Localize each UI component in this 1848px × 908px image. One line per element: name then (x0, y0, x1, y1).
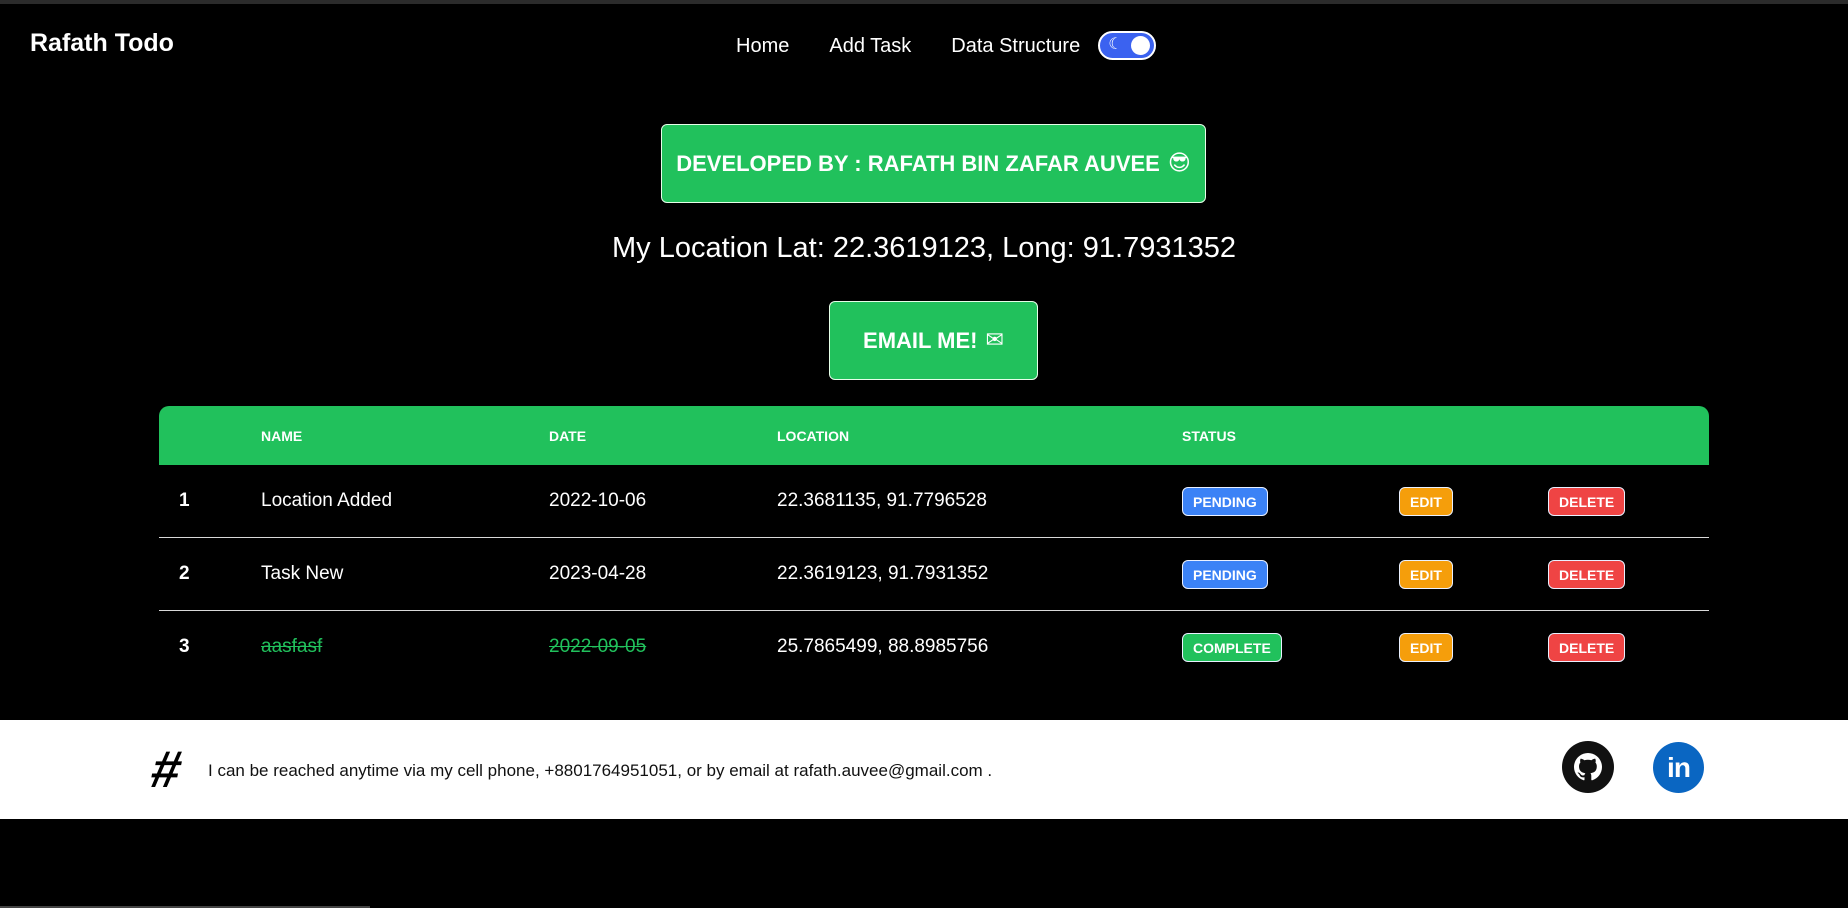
edit-button[interactable]: EDIT (1399, 487, 1453, 516)
task-name: aasfasf (261, 636, 323, 657)
task-date: 2022-10-06 (549, 490, 647, 511)
navbar: Rafath Todo Home Add Task Data Structure… (0, 4, 1848, 84)
task-table: NAME DATE LOCATION STATUS 1 Location Add… (159, 406, 1709, 684)
github-icon-svg (1574, 753, 1602, 781)
task-date: 2023-04-28 (549, 563, 647, 584)
task-name: Location Added (261, 490, 393, 511)
task-name: Task New (261, 563, 344, 584)
delete-button[interactable]: DELETE (1548, 560, 1626, 589)
location-text: My Location Lat: 22.3619123, Long: 91.79… (611, 232, 1236, 264)
row-number: 2 (179, 563, 190, 584)
status-badge[interactable]: PENDING (1182, 487, 1268, 516)
email-label: EMAIL ME! (863, 327, 978, 353)
toggle-knob (1131, 36, 1151, 55)
row-number: 1 (179, 490, 190, 511)
brand-logo[interactable]: Rafath Todo (30, 29, 174, 58)
linkedin-icon[interactable]: in (1653, 742, 1704, 793)
developer-button[interactable]: DEVELOPED BY : RAFATH BIN ZAFAR AUVEE 😎 (661, 124, 1206, 203)
status-badge[interactable]: PENDING (1182, 560, 1268, 589)
table-row: 2 Task New 2023-04-28 22.3619123, 91.793… (159, 538, 1709, 611)
task-location: 22.3619123, 91.7931352 (777, 563, 989, 584)
hash-icon: # (145, 741, 188, 799)
task-location: 25.7865499, 88.8985756 (777, 636, 989, 657)
delete-button[interactable]: DELETE (1548, 633, 1626, 662)
footer: # I can be reached anytime via my cell p… (0, 720, 1848, 819)
status-badge[interactable]: COMPLETE (1182, 633, 1282, 662)
header-name: NAME (261, 428, 303, 444)
header-location: LOCATION (777, 428, 850, 444)
table-row: 3 aasfasf 2022-09-05 25.7865499, 88.8985… (159, 611, 1709, 684)
email-me-button[interactable]: EMAIL ME! ✉ (829, 301, 1038, 380)
sunglasses-emoji-icon: 😎 (1167, 151, 1191, 176)
edit-button[interactable]: EDIT (1399, 633, 1453, 662)
delete-button[interactable]: DELETE (1548, 487, 1626, 516)
table-row: 1 Location Added 2022-10-06 22.3681135, … (159, 465, 1709, 538)
task-location: 22.3681135, 91.7796528 (777, 490, 987, 511)
nav-data-structure[interactable]: Data Structure (951, 35, 1080, 58)
row-number: 3 (179, 636, 190, 657)
edit-button[interactable]: EDIT (1399, 560, 1453, 589)
header-date: DATE (549, 428, 587, 444)
moon-icon: ☾ (1108, 36, 1123, 53)
theme-toggle[interactable]: ☾ (1098, 31, 1157, 60)
table-header: NAME DATE LOCATION STATUS (159, 406, 1709, 465)
developer-label: DEVELOPED BY : RAFATH BIN ZAFAR AUVEE (676, 150, 1160, 176)
github-icon[interactable] (1562, 741, 1614, 793)
nav-links: Home Add Task Data Structure ☾ (736, 31, 1157, 60)
header-status: STATUS (1182, 428, 1236, 444)
contact-text: I can be reached anytime via my cell pho… (208, 761, 993, 780)
nav-add-task[interactable]: Add Task (829, 35, 911, 58)
linkedin-glyph: in (1667, 751, 1691, 783)
envelope-icon: ✉ (985, 328, 1004, 353)
nav-home[interactable]: Home (736, 35, 789, 58)
task-date: 2022-09-05 (549, 636, 647, 657)
